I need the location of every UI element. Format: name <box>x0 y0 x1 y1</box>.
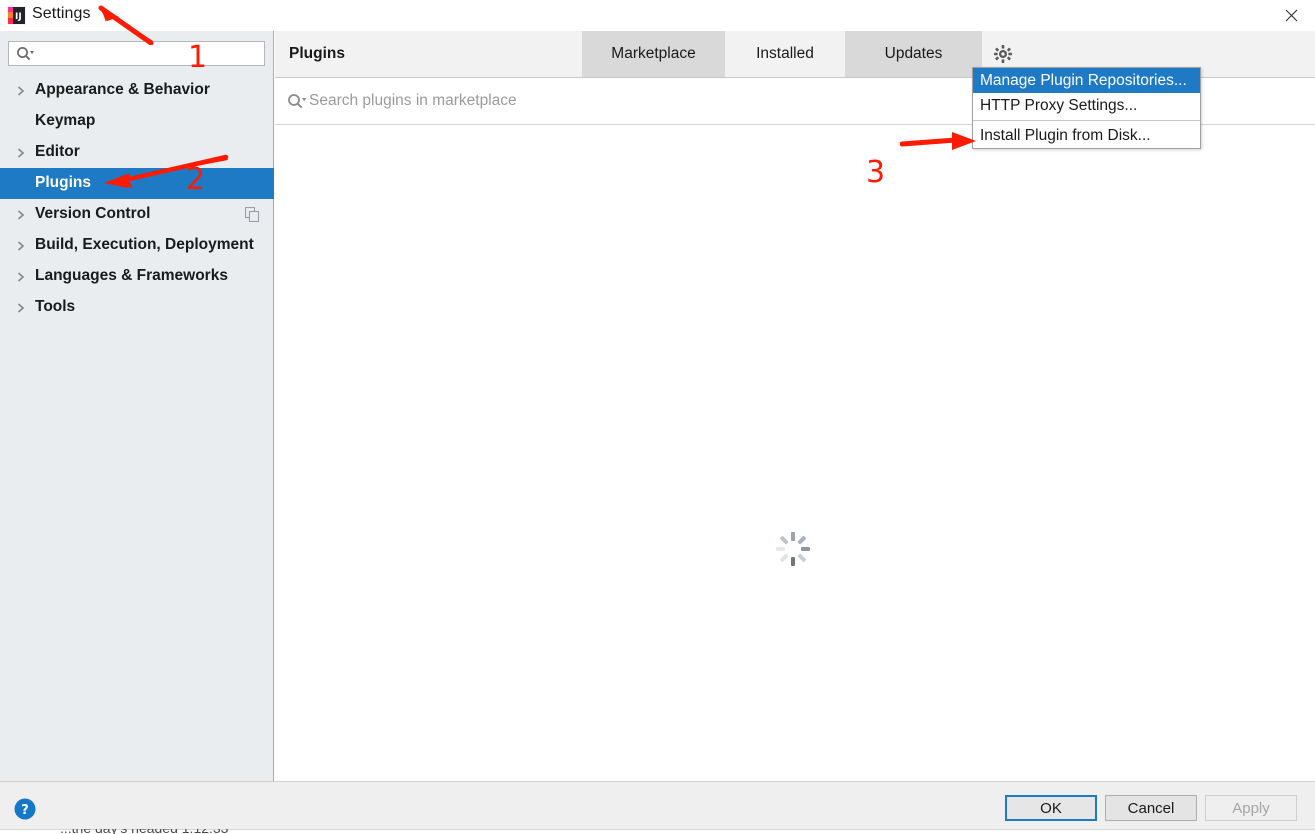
menu-item-http-proxy-settings[interactable]: HTTP Proxy Settings... <box>973 93 1200 118</box>
tab-installed[interactable]: Installed <box>725 31 845 77</box>
sidebar-item-build-execution-deployment[interactable]: Build, Execution, Deployment <box>0 230 274 261</box>
search-icon <box>287 93 307 115</box>
sidebar-item-label: Editor <box>35 143 80 160</box>
annotation-number-1: 1 <box>188 40 208 75</box>
sidebar-item-editor[interactable]: Editor <box>0 137 274 168</box>
menu-separator <box>973 120 1200 121</box>
clipped-text: ...the day's headed 1:12:33 <box>60 829 228 834</box>
sidebar-item-label: Keymap <box>35 112 96 129</box>
close-icon[interactable] <box>1267 0 1315 31</box>
menu-item-manage-plugin-repositories[interactable]: Manage Plugin Repositories... <box>973 68 1200 93</box>
plugin-settings-menu: Manage Plugin Repositories... HTTP Proxy… <box>972 67 1201 149</box>
button-label: OK <box>1040 799 1062 817</box>
button-label: Apply <box>1232 799 1270 817</box>
menu-item-label: Install Plugin from Disk... <box>980 126 1151 144</box>
settings-dialog: IJ Settings Appearance & Behavior Keymap… <box>0 0 1315 834</box>
sidebar-item-label: Plugins <box>35 174 91 191</box>
chevron-right-icon <box>15 270 27 282</box>
help-icon[interactable]: ? <box>14 798 36 820</box>
annotation-number-2: 2 <box>186 162 206 197</box>
loading-spinner <box>775 531 811 567</box>
search-icon <box>16 46 34 67</box>
tab-updates[interactable]: Updates <box>845 31 982 77</box>
sidebar-item-languages-frameworks[interactable]: Languages & Frameworks <box>0 261 274 292</box>
apply-button: Apply <box>1205 795 1297 821</box>
sidebar-item-version-control[interactable]: Version Control <box>0 199 274 230</box>
copy-icon <box>244 206 260 223</box>
menu-item-install-plugin-from-disk[interactable]: Install Plugin from Disk... <box>973 123 1200 148</box>
svg-text:?: ? <box>21 803 29 818</box>
sidebar-search-input[interactable] <box>8 41 265 66</box>
window-title: Settings <box>32 5 91 22</box>
svg-text:IJ: IJ <box>15 12 22 22</box>
menu-item-label: Manage Plugin Repositories... <box>980 71 1187 89</box>
chevron-right-icon <box>15 84 27 96</box>
sidebar-item-keymap[interactable]: Keymap <box>0 106 274 137</box>
sidebar-item-label: Languages & Frameworks <box>35 267 228 284</box>
intellij-idea-icon: IJ <box>7 6 26 25</box>
sidebar-item-list: Appearance & Behavior Keymap Editor Plug… <box>0 75 274 323</box>
chevron-right-icon <box>15 239 27 251</box>
tab-label: Installed <box>756 45 814 62</box>
sidebar-item-tools[interactable]: Tools <box>0 292 274 323</box>
sidebar-item-label: Build, Execution, Deployment <box>35 236 254 253</box>
chevron-right-icon <box>15 146 27 158</box>
chevron-right-icon <box>15 301 27 313</box>
clipped-background-text: ...the day's headed 1:12:33 <box>0 829 1315 834</box>
page-title: Plugins <box>289 45 345 62</box>
button-label: Cancel <box>1127 799 1175 817</box>
chevron-right-icon <box>15 208 27 220</box>
cancel-button[interactable]: Cancel <box>1105 795 1197 821</box>
sidebar-item-plugins[interactable]: Plugins <box>0 168 274 199</box>
plugin-search-placeholder: Search plugins in marketplace <box>309 92 517 109</box>
sidebar-item-appearance-behavior[interactable]: Appearance & Behavior <box>0 75 274 106</box>
ok-button[interactable]: OK <box>1005 795 1097 821</box>
settings-sidebar: Appearance & Behavior Keymap Editor Plug… <box>0 31 274 781</box>
tab-label: Marketplace <box>611 45 696 62</box>
plugin-list-area <box>275 125 1315 781</box>
title-bar: IJ Settings <box>0 0 1315 32</box>
sidebar-item-label: Tools <box>35 298 76 315</box>
sidebar-item-label: Appearance & Behavior <box>35 81 210 98</box>
annotation-number-3: 3 <box>866 155 886 190</box>
tab-label: Updates <box>884 45 943 62</box>
menu-item-label: HTTP Proxy Settings... <box>980 96 1138 114</box>
sidebar-item-label: Version Control <box>35 205 151 222</box>
dialog-button-bar: ? OK Cancel Apply <box>0 781 1315 829</box>
tab-marketplace[interactable]: Marketplace <box>582 31 725 77</box>
